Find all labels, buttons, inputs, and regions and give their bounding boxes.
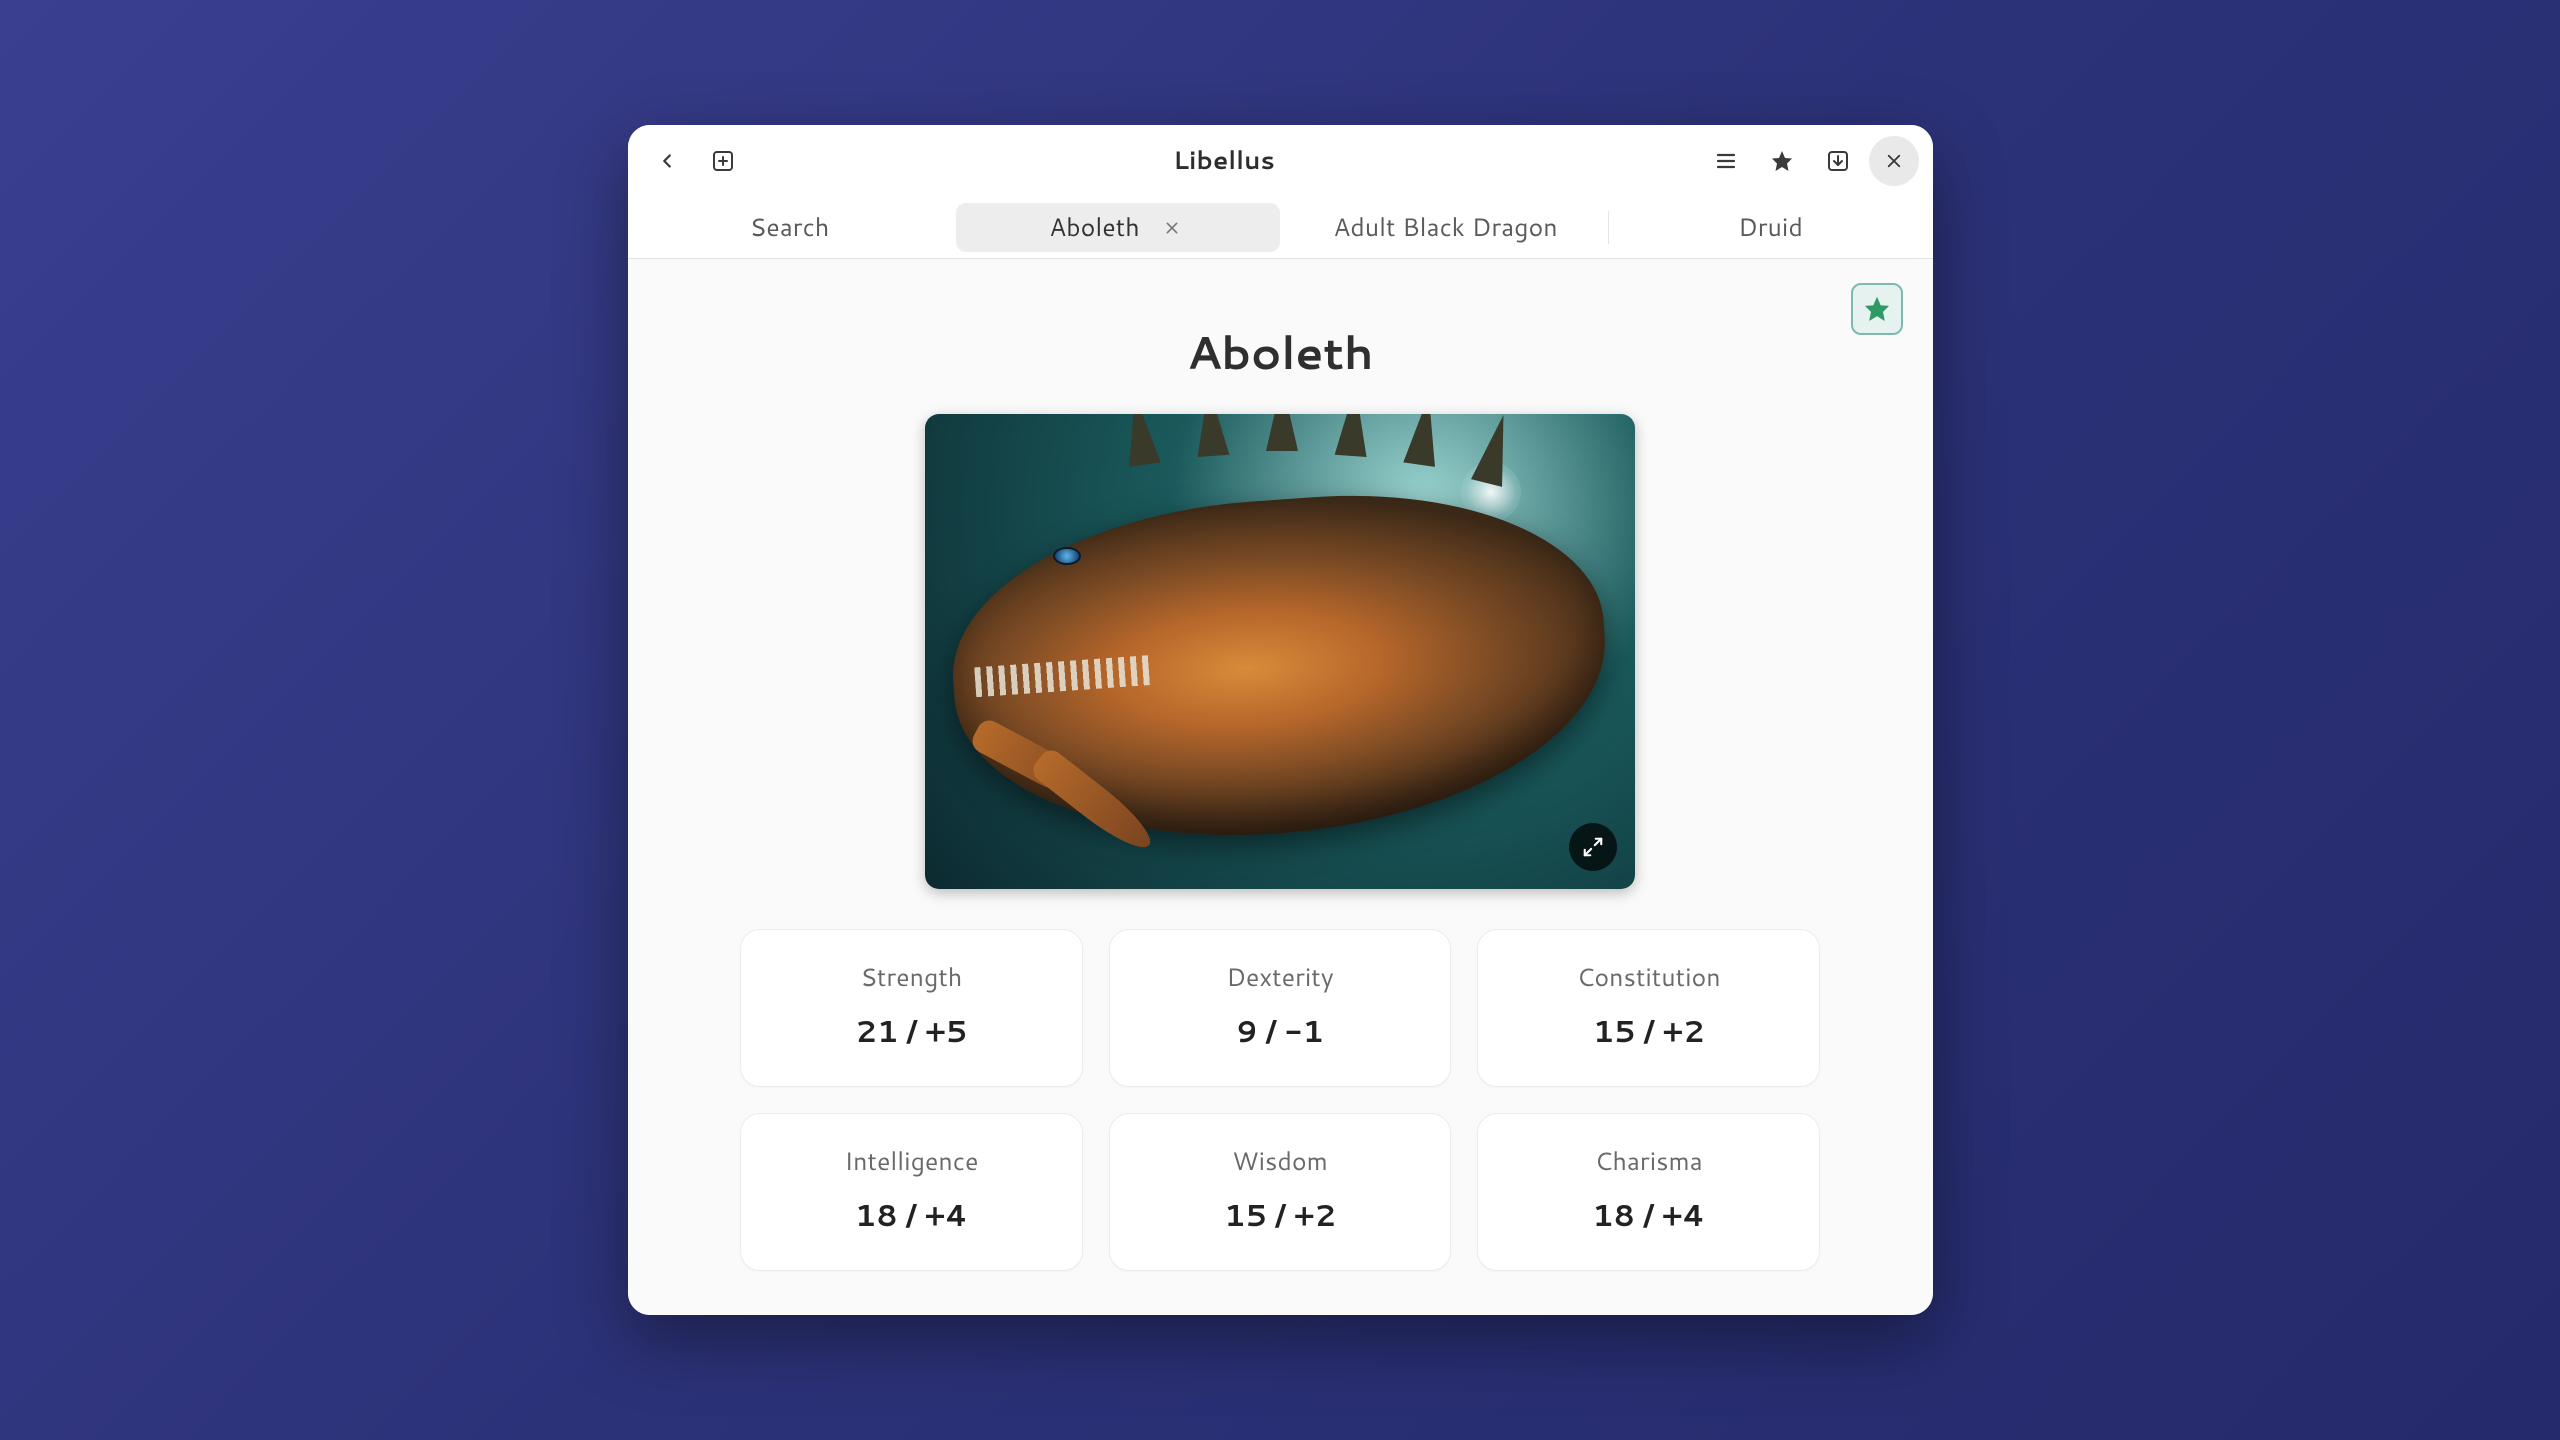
new-tab-button[interactable]: [698, 136, 748, 186]
download-button[interactable]: [1813, 136, 1863, 186]
stat-strength: Strength 21 / +5: [740, 929, 1083, 1087]
stat-value: 18 / +4: [1488, 1193, 1809, 1236]
expand-image-button[interactable]: [1569, 823, 1617, 871]
stat-dexterity: Dexterity 9 / -1: [1109, 929, 1452, 1087]
stat-value: 15 / +2: [1120, 1193, 1441, 1236]
content-scroll[interactable]: Aboleth Strength 21 / +5 Dex: [628, 259, 1933, 1315]
tab-label: Druid: [1738, 210, 1803, 245]
stat-value: 15 / +2: [1488, 1009, 1809, 1052]
stats-grid: Strength 21 / +5 Dexterity 9 / -1 Consti…: [740, 929, 1820, 1271]
stat-intelligence: Intelligence 18 / +4: [740, 1113, 1083, 1271]
stat-value: 21 / +5: [751, 1009, 1072, 1052]
tab-bar: Search Aboleth Adult Black Dragon Druid: [628, 197, 1933, 259]
tab-close-button[interactable]: [1158, 214, 1186, 242]
creature-image: [925, 414, 1635, 889]
tab-aboleth[interactable]: Aboleth: [956, 203, 1280, 252]
stat-label: Charisma: [1488, 1144, 1809, 1179]
tab-druid[interactable]: Druid: [1609, 197, 1933, 258]
star-icon: [1770, 149, 1794, 173]
menu-button[interactable]: [1701, 136, 1751, 186]
tab-adult-black-dragon[interactable]: Adult Black Dragon: [1284, 197, 1608, 258]
stat-charisma: Charisma 18 / +4: [1477, 1113, 1820, 1271]
stat-label: Strength: [751, 960, 1072, 995]
plus-square-icon: [711, 149, 735, 173]
back-button[interactable]: [642, 136, 692, 186]
download-icon: [1826, 149, 1850, 173]
expand-icon: [1582, 836, 1604, 858]
favorites-button[interactable]: [1757, 136, 1807, 186]
star-filled-icon: [1864, 296, 1890, 322]
stat-value: 18 / +4: [751, 1193, 1072, 1236]
stat-value: 9 / -1: [1120, 1009, 1441, 1052]
favorite-toggle[interactable]: [1851, 283, 1903, 335]
stat-label: Dexterity: [1120, 960, 1441, 995]
titlebar: Libellus: [628, 125, 1933, 197]
tab-label: Aboleth: [1049, 210, 1139, 245]
close-window-button[interactable]: [1869, 136, 1919, 186]
stat-label: Wisdom: [1120, 1144, 1441, 1179]
stat-constitution: Constitution 15 / +2: [1477, 929, 1820, 1087]
stat-label: Intelligence: [751, 1144, 1072, 1179]
stat-wisdom: Wisdom 15 / +2: [1109, 1113, 1452, 1271]
app-window: Libellus Search Aboleth: [628, 125, 1933, 1315]
app-title: Libellus: [748, 143, 1701, 178]
tab-label: Adult Black Dragon: [1333, 210, 1557, 245]
tab-label: Search: [750, 210, 830, 245]
content-inner: Aboleth Strength 21 / +5 Dex: [628, 259, 1933, 1311]
hamburger-icon: [1714, 149, 1738, 173]
page-title: Aboleth: [718, 319, 1843, 384]
close-icon: [1164, 220, 1180, 236]
stat-label: Constitution: [1488, 960, 1809, 995]
close-icon: [1885, 152, 1903, 170]
tab-search[interactable]: Search: [628, 197, 952, 258]
chevron-left-icon: [656, 150, 678, 172]
